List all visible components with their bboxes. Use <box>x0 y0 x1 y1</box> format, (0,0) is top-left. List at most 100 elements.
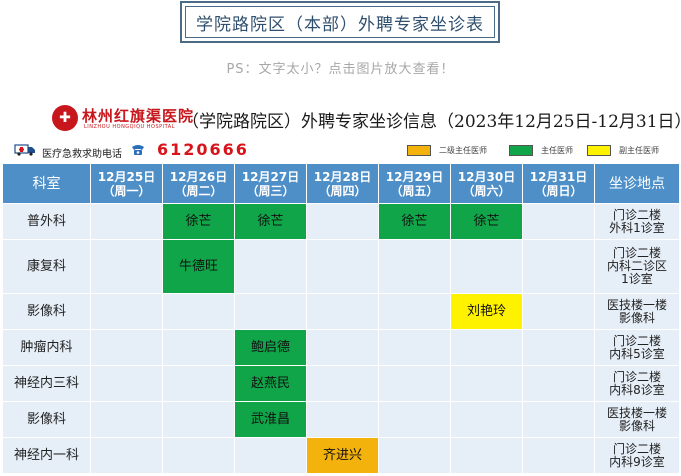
empty-cell <box>162 329 235 366</box>
doctor-cell: 刘艳玲 <box>450 293 523 330</box>
location-line: 医技楼一楼 <box>606 405 667 420</box>
day-header: 12月31日 （周日） <box>522 163 595 204</box>
schedule-table: 科室 12月25日 （周一） 12月26日 （周二） 12月27日 （周三） 12月2… <box>2 163 680 474</box>
dept-cell: 神经内一科 <box>2 437 91 474</box>
phone-icon <box>132 145 144 155</box>
empty-cell <box>162 293 235 330</box>
schedule-header: ✚ 林州红旗渠医院 LINZHOU HONGQIQU HOSPITAL （学院路… <box>2 97 681 133</box>
empty-cell <box>306 293 379 330</box>
dept-cell: 肿瘤内科 <box>2 329 91 366</box>
table-row: 影像科 武淮昌 医技楼一楼 影像科 <box>2 401 680 438</box>
page-title: 学院路院区（本部）外聘专家坐诊表 <box>196 14 484 35</box>
empty-cell <box>378 329 451 366</box>
doctor-cell: 徐芒 <box>162 203 235 240</box>
empty-cell <box>90 293 163 330</box>
empty-cell <box>306 239 379 294</box>
day-header: 12月27日 （周三） <box>234 163 307 204</box>
legend-swatch-green <box>509 145 533 156</box>
schedule-title: （学院路院区）外聘专家坐诊信息（2023年12月25日-12月31日） <box>182 112 681 132</box>
location-line: 内科5诊室 <box>609 346 665 361</box>
empty-cell <box>234 239 307 294</box>
empty-cell <box>306 329 379 366</box>
hospital-name-en: LINZHOU HONGQIQU HOSPITAL <box>84 124 176 130</box>
location-line: 医技楼一楼 <box>606 297 667 312</box>
location-cell: 医技楼一楼 影像科 <box>594 293 680 330</box>
empty-cell <box>378 293 451 330</box>
empty-cell <box>234 437 307 474</box>
location-line: 内科8诊室 <box>609 382 665 397</box>
location-cell: 门诊二楼 内科二诊区 1诊室 <box>594 239 680 294</box>
legend-swatch-orange <box>407 145 431 156</box>
location-cell: 医技楼一楼 影像科 <box>594 401 680 438</box>
hospital-logo-icon: ✚ <box>52 105 78 131</box>
location-line: 内科9诊室 <box>609 454 665 469</box>
dept-cell: 神经内三科 <box>2 365 91 402</box>
location-line: 门诊二楼 <box>612 207 661 222</box>
day-header: 12月25日 （周一） <box>90 163 163 204</box>
dept-cell: 普外科 <box>2 203 91 240</box>
empty-cell <box>306 401 379 438</box>
empty-cell <box>450 437 523 474</box>
empty-cell <box>90 401 163 438</box>
dept-cell: 康复科 <box>2 239 91 294</box>
empty-cell <box>378 437 451 474</box>
schedule-image[interactable]: ✚ 林州红旗渠医院 LINZHOU HONGQIQU HOSPITAL （学院路… <box>2 95 681 476</box>
legend-item-senior: 二级主任医师 <box>407 145 487 156</box>
info-row: 医疗急救求助电话 6120666 二级主任医师 主任医师 副主任医师 <box>2 139 679 161</box>
empty-cell <box>90 203 163 240</box>
location-line: 门诊二楼 <box>612 441 661 456</box>
location-cell: 门诊二楼 内科8诊室 <box>594 365 680 402</box>
location-line: 1诊室 <box>621 272 653 286</box>
ps-note: PS：文字太小？点击图片放大查看！ <box>226 62 455 77</box>
empty-cell <box>90 239 163 294</box>
doctor-cell: 鲍启德 <box>234 329 307 366</box>
empty-cell <box>90 329 163 366</box>
location-cell: 门诊二楼 内科9诊室 <box>594 437 680 474</box>
empty-cell <box>522 293 595 330</box>
table-row: 普外科 徐芒 徐芒 徐芒 徐芒 门诊二楼 外科1诊室 <box>2 203 680 240</box>
empty-cell <box>522 401 595 438</box>
empty-cell <box>378 365 451 402</box>
ambulance-icon <box>14 144 35 156</box>
empty-cell <box>522 329 595 366</box>
legend-swatch-yellow <box>587 145 611 156</box>
empty-cell <box>234 293 307 330</box>
doctor-cell: 武淮昌 <box>234 401 307 438</box>
day-header: 12月30日 （周六） <box>450 163 523 204</box>
empty-cell <box>378 239 451 294</box>
doctor-cell: 齐进兴 <box>306 437 379 474</box>
dept-cell: 影像科 <box>2 293 91 330</box>
empty-cell <box>522 203 595 240</box>
table-row: 神经内一科 齐进兴 门诊二楼 内科9诊室 <box>2 437 680 474</box>
location-line: 门诊二楼 <box>612 369 661 384</box>
page-title-box: 学院路院区（本部）外聘专家坐诊表 <box>180 1 500 43</box>
day-header: 12月28日 （周四） <box>306 163 379 204</box>
location-cell: 门诊二楼 外科1诊室 <box>594 203 680 240</box>
legend-label: 副主任医师 <box>619 146 659 155</box>
day-header: 12月29日 （周五） <box>378 163 451 204</box>
legend-label: 二级主任医师 <box>439 146 487 155</box>
table-row: 神经内三科 赵燕民 门诊二楼 内科8诊室 <box>2 365 680 402</box>
empty-cell <box>90 365 163 402</box>
empty-cell <box>522 437 595 474</box>
legend-label: 主任医师 <box>541 146 573 155</box>
dept-cell: 影像科 <box>2 401 91 438</box>
table-row: 肿瘤内科 鲍启德 门诊二楼 内科5诊室 <box>2 329 680 366</box>
location-header: 坐诊地点 <box>594 163 680 204</box>
location-line: 影像科 <box>618 418 655 433</box>
empty-cell <box>450 365 523 402</box>
dept-header: 科室 <box>2 163 91 204</box>
legend-item-associate: 副主任医师 <box>587 145 659 156</box>
doctor-cell: 徐芒 <box>450 203 523 240</box>
empty-cell <box>90 437 163 474</box>
empty-cell <box>162 437 235 474</box>
table-row: 影像科 刘艳玲 医技楼一楼 影像科 <box>2 293 680 330</box>
empty-cell <box>522 365 595 402</box>
location-line: 外科1诊室 <box>609 220 665 235</box>
emergency-label: 医疗急救求助电话 <box>42 149 122 160</box>
empty-cell <box>162 401 235 438</box>
emergency-phone[interactable]: 6120666 <box>157 140 249 159</box>
hospital-name: 林州红旗渠医院 <box>82 107 195 125</box>
table-row: 康复科 牛德旺 门诊二楼 内科二诊区 1诊室 <box>2 239 680 294</box>
empty-cell <box>306 203 379 240</box>
